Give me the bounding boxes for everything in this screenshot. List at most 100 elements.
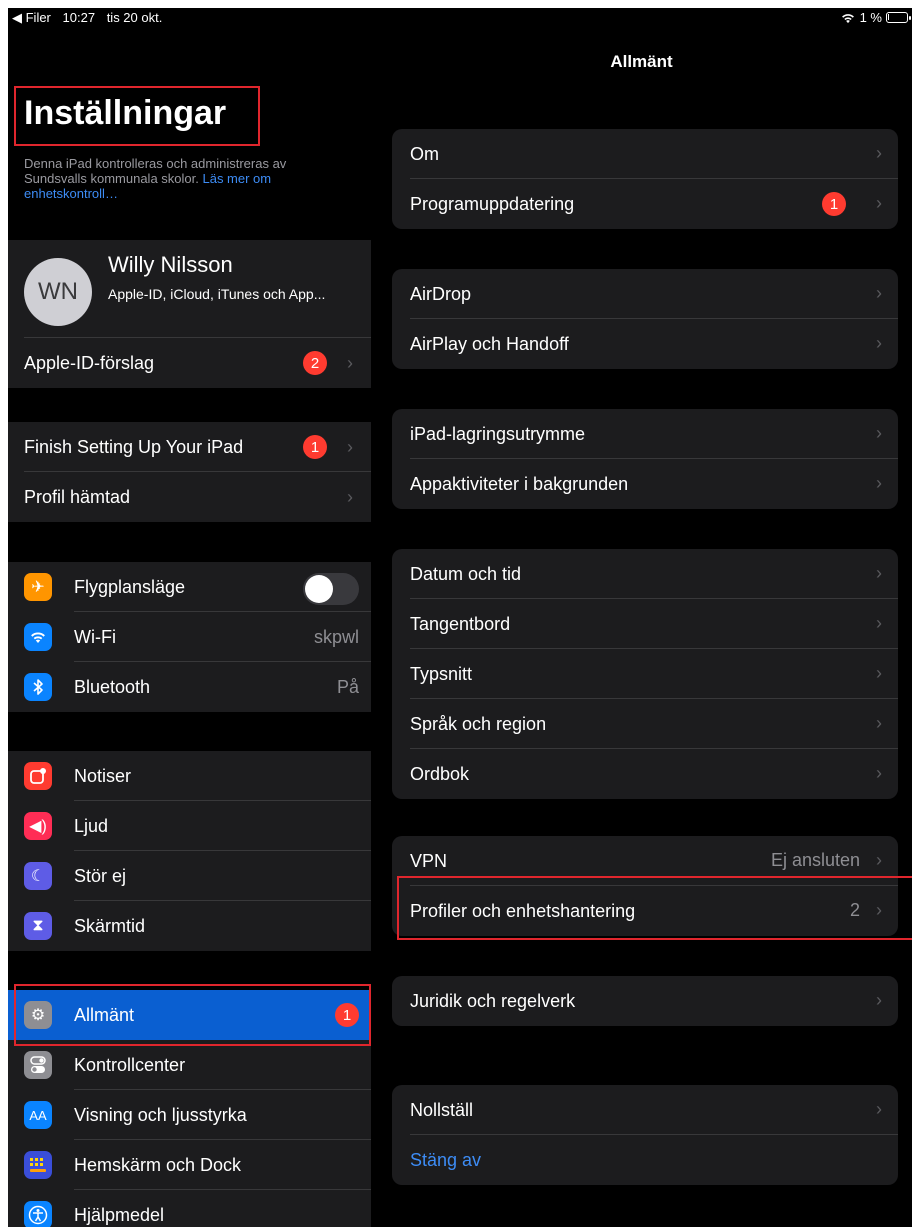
finish-setup-label: Finish Setting Up Your iPad: [24, 436, 244, 457]
sidebar-item-control-center[interactable]: Kontrollcenter: [8, 1040, 371, 1090]
sidebar-item-label: Stör ej: [74, 865, 127, 886]
detail-row[interactable]: Juridik och regelverk ›: [392, 976, 898, 1026]
detail-row-label: Tangentbord: [410, 614, 511, 634]
sidebar-item-sound[interactable]: ◀) Ljud: [8, 801, 371, 851]
detail-row[interactable]: Stäng av: [392, 1135, 898, 1185]
detail-row[interactable]: Datum och tid ›: [392, 549, 898, 599]
detail-row-label: Datum och tid: [410, 564, 522, 584]
sidebar-title-highlight: Inställningar: [14, 86, 260, 146]
apple-id-suggestions-row[interactable]: Apple-ID-förslag 2 ›: [8, 338, 371, 388]
detail-row-label: Språk och region: [410, 714, 547, 734]
sidebar-item-bluetooth[interactable]: Bluetooth På: [8, 662, 371, 712]
detail-title: Allmänt: [610, 52, 673, 71]
sidebar-item-label: Ljud: [74, 815, 109, 836]
status-time: 10:27: [62, 10, 96, 25]
chevron-right-icon: ›: [876, 473, 882, 493]
chevron-right-icon: ›: [876, 613, 882, 633]
profile-loaded-row[interactable]: Profil hämtad ›: [8, 472, 371, 522]
sidebar-item-label: Kontrollcenter: [74, 1054, 186, 1075]
detail-group: Nollställ › Stäng av: [392, 1085, 898, 1185]
detail-row-label: Om: [410, 144, 439, 164]
bluetooth-value: På: [336, 676, 359, 697]
detail-row[interactable]: Tangentbord ›: [392, 599, 898, 649]
sidebar-item-wifi[interactable]: Wi-Fi skpwl: [8, 612, 371, 662]
sidebar-item-do-not-disturb[interactable]: ☾ Stör ej: [8, 851, 371, 901]
alerts-group: Notiser ◀) Ljud ☾ Stör ej ⧗ Skärmtid: [8, 751, 371, 951]
toggle-knob: [305, 575, 333, 603]
detail-row[interactable]: iPad-lagringsutrymme ›: [392, 409, 898, 459]
detail-row-label: Stäng av: [410, 1150, 482, 1170]
detail-row[interactable]: Appaktiviteter i bakgrunden ›: [392, 459, 898, 509]
detail-row-value: Ej ansluten: [770, 850, 860, 870]
sidebar-item-airplane-mode[interactable]: ✈ Flygplansläge: [8, 562, 371, 612]
detail-row[interactable]: Ordbok ›: [392, 749, 898, 799]
management-notice: Denna iPad kontrolleras och administrera…: [24, 156, 344, 201]
detail-row[interactable]: AirDrop ›: [392, 269, 898, 319]
detail-group: Datum och tid › Tangentbord › Typsnitt › Språk…: [392, 549, 898, 799]
chevron-right-icon: ›: [876, 193, 882, 213]
sidebar-item-label: Hjälpmedel: [74, 1204, 165, 1225]
status-date: tis 20 okt.: [106, 10, 163, 25]
sidebar-item-display[interactable]: AA Visning och ljusstyrka: [8, 1090, 371, 1140]
detail-row-label: Typsnitt: [410, 664, 473, 684]
screenshot-frame: ◀ Filer 10:27 tis 20 okt. Inställningar …: [0, 0, 912, 1227]
sidebar-item-label: Bluetooth: [74, 676, 151, 697]
chevron-right-icon: ›: [876, 850, 882, 870]
connectivity-group: ✈ Flygplansläge Wi-Fi skpwl Bluetooth På: [8, 562, 371, 712]
chevron-right-icon: ›: [876, 1099, 882, 1119]
sidebar-item-notifications[interactable]: Notiser: [8, 751, 371, 801]
chevron-right-icon: ›: [876, 663, 882, 683]
detail-group: AirDrop › AirPlay och Handoff ›: [392, 269, 898, 369]
setup-group: Finish Setting Up Your iPad 1 › Profil h…: [8, 422, 371, 522]
detail-row-label: Juridik och regelverk: [410, 991, 576, 1011]
chevron-right-icon: ›: [347, 486, 353, 507]
chevron-right-icon: ›: [876, 990, 882, 1010]
sidebar-item-label: Hemskärm och Dock: [74, 1154, 242, 1175]
hourglass-icon: ⧗: [24, 912, 52, 940]
finish-setup-row[interactable]: Finish Setting Up Your iPad 1 ›: [8, 422, 371, 472]
detail-row[interactable]: Språk och region ›: [392, 699, 898, 749]
wifi-status-icon: [841, 13, 854, 23]
wifi-icon: [24, 623, 52, 651]
chevron-right-icon: ›: [347, 436, 353, 457]
avatar: WN: [24, 258, 92, 326]
chevron-right-icon: ›: [876, 333, 882, 353]
sidebar-item-label: Visning och ljusstyrka: [74, 1104, 247, 1125]
back-to-app-link[interactable]: ◀ Filer: [12, 10, 51, 25]
chevron-right-icon: ›: [347, 352, 353, 373]
detail-row[interactable]: Nollställ ›: [392, 1085, 898, 1135]
airplane-mode-toggle[interactable]: [303, 573, 359, 605]
settings-sidebar: ◀ Filer 10:27 tis 20 okt. Inställningar …: [8, 8, 371, 1227]
detail-row-label: Appaktiviteter i bakgrunden: [410, 474, 629, 494]
detail-row[interactable]: AirPlay och Handoff ›: [392, 319, 898, 369]
battery-icon: [886, 12, 911, 23]
general-detail-pane: 1 % Allmänt Om › Programuppdatering 1 › AirDr…: [371, 8, 912, 1227]
profile-subtitle: Apple-ID, iCloud, iTunes och App...: [108, 286, 326, 302]
status-bar-right: 1 %: [840, 10, 911, 25]
detail-row[interactable]: Programuppdatering 1 ›: [392, 179, 898, 229]
notifications-icon: [24, 762, 52, 790]
text-size-icon: AA: [24, 1101, 52, 1129]
battery-percent: 1 %: [859, 10, 882, 25]
sidebar-item-accessibility[interactable]: Hjälpmedel: [8, 1190, 371, 1227]
detail-row-label: Ordbok: [410, 764, 470, 784]
detail-group: Juridik och regelverk ›: [392, 976, 898, 1026]
sidebar-item-general[interactable]: ⚙ Allmänt 1: [8, 990, 371, 1040]
apple-id-suggestions-label: Apple-ID-förslag: [24, 352, 155, 373]
sidebar-item-home-screen[interactable]: Hemskärm och Dock: [8, 1140, 371, 1190]
bluetooth-icon: [24, 673, 52, 701]
profile-name: Willy Nilsson: [108, 252, 233, 277]
detail-group: Om › Programuppdatering 1 ›: [392, 129, 898, 229]
chevron-right-icon: ›: [876, 713, 882, 733]
sidebar-item-label: Wi-Fi: [74, 626, 116, 647]
detail-row[interactable]: Om ›: [392, 129, 898, 179]
sidebar-item-screen-time[interactable]: ⧗ Skärmtid: [8, 901, 371, 951]
detail-row-label: Programuppdatering: [410, 194, 575, 214]
detail-group: iPad-lagringsutrymme › Appaktiviteter i ba…: [392, 409, 898, 509]
wifi-network-value: skpwl: [313, 626, 359, 647]
speaker-icon: ◀): [24, 812, 52, 840]
detail-row[interactable]: Typsnitt ›: [392, 649, 898, 699]
status-bar-left: ◀ Filer 10:27 tis 20 okt.: [12, 10, 170, 26]
chevron-right-icon: ›: [876, 283, 882, 303]
apple-id-profile-row[interactable]: WN Willy Nilsson Apple-ID, iCloud, iTune…: [8, 240, 371, 338]
